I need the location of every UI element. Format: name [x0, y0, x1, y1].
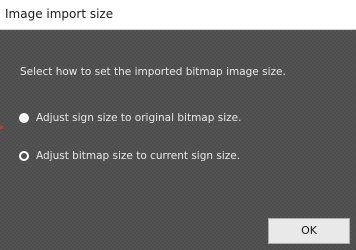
option-original-bitmap-size[interactable]: Adjust sign size to original bitmap size… [19, 111, 241, 125]
edge-marker [0, 126, 3, 129]
dialog-body: Select how to set the imported bitmap im… [0, 30, 356, 250]
radio-button-icon[interactable] [19, 113, 29, 123]
instruction-text: Select how to set the imported bitmap im… [20, 66, 286, 78]
title-bar: Image import size [0, 0, 356, 30]
dialog-title: Image import size [5, 7, 114, 21]
option-current-sign-size[interactable]: Adjust bitmap size to current sign size. [19, 149, 240, 163]
image-import-size-dialog: Image import size Select how to set the … [0, 0, 356, 250]
option-label: Adjust bitmap size to current sign size. [36, 150, 241, 162]
ok-button[interactable]: OK [268, 218, 350, 244]
option-label: Adjust sign size to original bitmap size… [36, 112, 242, 124]
radio-button-icon[interactable] [19, 151, 29, 161]
